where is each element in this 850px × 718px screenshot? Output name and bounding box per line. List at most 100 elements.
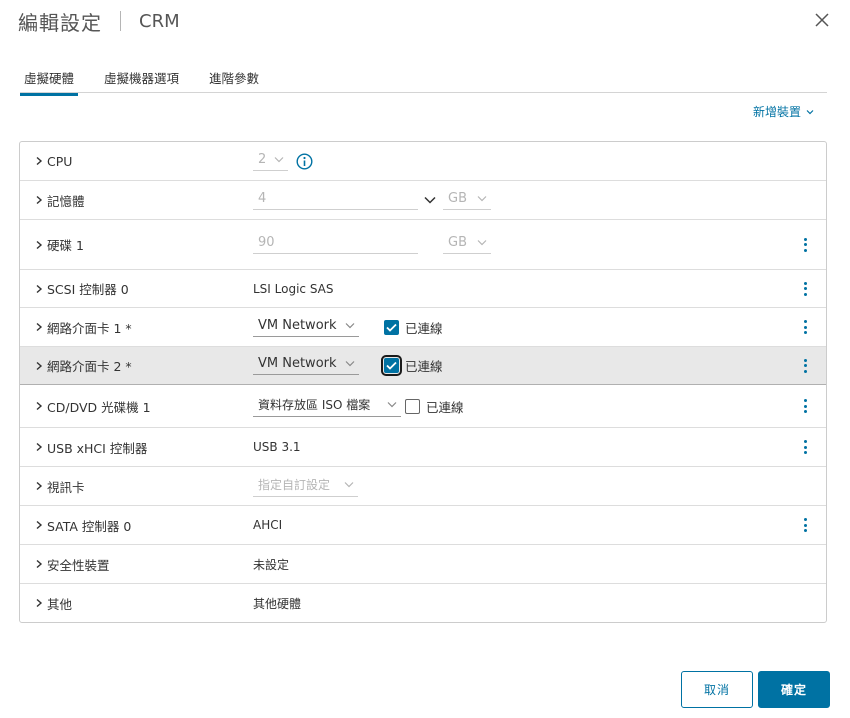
- cdrom-connected-label: 已連線: [426, 399, 464, 415]
- nic2-network-select[interactable]: VM Network: [253, 356, 359, 375]
- chevron-down-icon: [477, 195, 487, 201]
- sata-value: AHCI: [253, 518, 283, 532]
- memory-unit: GB: [448, 190, 467, 206]
- cdrom-source-select[interactable]: 資料存放區 ISO 檔案: [253, 396, 401, 417]
- chevron-down-icon: [806, 109, 814, 114]
- other-expander[interactable]: 其他: [34, 594, 72, 613]
- scsi-value: LSI Logic SAS: [253, 281, 334, 296]
- chevron-right-icon: [36, 520, 43, 530]
- chevron-right-icon: [36, 559, 43, 569]
- add-device-button[interactable]: 新增裝置: [753, 103, 814, 120]
- checkbox-unchecked-icon: [405, 398, 420, 414]
- hardware-row-memory: 記憶體 4 GB: [20, 181, 826, 220]
- hardware-row-cdrom: CD/DVD 光碟機 1 資料存放區 ISO 檔案 已連線: [20, 385, 826, 428]
- chevron-right-icon: [36, 240, 43, 249]
- cancel-button[interactable]: 取消: [681, 671, 753, 708]
- title-divider: [120, 11, 121, 31]
- cdrom-connected-checkbox[interactable]: 已連線: [405, 397, 464, 416]
- vm-name: CRM: [139, 10, 180, 32]
- cdrom-source: 資料存放區 ISO 檔案: [258, 397, 371, 412]
- usb-value: USB 3.1: [253, 440, 301, 454]
- security-expander[interactable]: 安全性裝置: [34, 555, 110, 574]
- sata-label: SATA 控制器 0: [47, 518, 132, 534]
- nic1-connected-checkbox[interactable]: 已連線: [384, 318, 443, 337]
- chevron-right-icon: [36, 284, 43, 293]
- video-settings-select[interactable]: 指定自訂設定: [253, 476, 358, 497]
- nic2-connected-checkbox[interactable]: 已連線: [381, 355, 443, 376]
- chevron-right-icon: [36, 195, 43, 205]
- disk-size-input[interactable]: 90: [253, 235, 418, 254]
- video-expander[interactable]: 視訊卡: [34, 477, 85, 496]
- hardware-row-usb: USB xHCI 控制器 USB 3.1: [20, 428, 826, 467]
- usb-actions-menu-icon[interactable]: [802, 438, 808, 456]
- nic1-expander[interactable]: 網路介面卡 1 *: [34, 318, 132, 337]
- hardware-row-sata: SATA 控制器 0 AHCI: [20, 506, 826, 545]
- hardware-row-security: 安全性裝置 未設定: [20, 545, 826, 584]
- ok-button[interactable]: 確定: [758, 671, 830, 708]
- chevron-right-icon: [36, 598, 43, 608]
- sata-actions-menu-icon[interactable]: [802, 516, 808, 534]
- nic2-connected-label: 已連線: [405, 359, 443, 374]
- other-value: 其他硬體: [253, 596, 302, 611]
- chevron-right-icon: [36, 156, 43, 166]
- disk-label: 硬碟 1: [47, 238, 84, 253]
- nic2-network: VM Network: [258, 356, 337, 371]
- nic1-network: VM Network: [258, 317, 337, 333]
- security-label: 安全性裝置: [47, 557, 110, 573]
- scsi-actions-menu-icon[interactable]: [802, 280, 808, 298]
- chevron-down-icon: [477, 240, 487, 246]
- nic2-expander[interactable]: 網路介面卡 2 *: [34, 356, 132, 375]
- close-icon[interactable]: [814, 12, 830, 28]
- scsi-expander[interactable]: SCSI 控制器 0: [34, 279, 129, 298]
- disk-unit: GB: [448, 235, 467, 250]
- hardware-row-scsi: SCSI 控制器 0 LSI Logic SAS: [20, 270, 826, 308]
- dialog-header: 編輯設定 CRM: [18, 8, 180, 35]
- nic2-actions-menu-icon[interactable]: [802, 357, 808, 375]
- chevron-right-icon: [36, 361, 43, 370]
- usb-expander[interactable]: USB xHCI 控制器: [34, 438, 147, 457]
- chevron-down-icon: [345, 361, 355, 367]
- cpu-label: CPU: [47, 153, 73, 169]
- memory-input[interactable]: 4: [253, 191, 418, 210]
- dialog-title: 編輯設定: [18, 10, 102, 35]
- nic1-network-select[interactable]: VM Network: [253, 318, 359, 337]
- tabs-divider: [20, 92, 827, 93]
- nic1-connected-label: 已連線: [405, 320, 443, 336]
- hardware-row-other: 其他 其他硬體: [20, 584, 826, 622]
- disk-expander[interactable]: 硬碟 1: [34, 235, 84, 254]
- hardware-row-disk: 硬碟 1 90 GB: [20, 220, 826, 270]
- memory-expander[interactable]: 記憶體: [34, 191, 85, 210]
- cdrom-actions-menu-icon[interactable]: [802, 397, 808, 415]
- disk-unit-select[interactable]: GB: [443, 235, 491, 254]
- cpu-value: 2: [258, 151, 267, 167]
- memory-label: 記憶體: [47, 193, 85, 209]
- checkbox-checked-icon: [381, 355, 402, 376]
- chevron-down-icon[interactable]: [424, 196, 436, 204]
- sata-expander[interactable]: SATA 控制器 0: [34, 516, 131, 535]
- cdrom-expander[interactable]: CD/DVD 光碟機 1: [34, 397, 151, 416]
- disk-actions-menu-icon[interactable]: [802, 236, 808, 254]
- chevron-right-icon: [36, 401, 43, 411]
- other-label: 其他: [47, 596, 73, 612]
- memory-unit-select[interactable]: GB: [443, 191, 491, 210]
- hardware-row-cpu: CPU 2: [20, 142, 826, 181]
- nic2-label: 網路介面卡 2 *: [47, 359, 132, 374]
- hardware-row-nic2: 網路介面卡 2 * VM Network 已連線: [20, 347, 826, 385]
- cpu-select[interactable]: 2: [253, 152, 288, 171]
- chevron-down-icon: [387, 401, 397, 407]
- nic1-actions-menu-icon[interactable]: [802, 318, 808, 336]
- chevron-down-icon: [345, 322, 355, 328]
- cpu-expander[interactable]: CPU: [34, 154, 72, 169]
- video-label: 視訊卡: [47, 479, 85, 495]
- hardware-list: CPU 2 記憶體 4 GB 硬碟 1 90 GB SCSI 控制器 0 LSI…: [19, 141, 827, 623]
- add-device-label: 新增裝置: [752, 105, 801, 119]
- info-icon[interactable]: [296, 152, 313, 170]
- chevron-right-icon: [36, 442, 43, 452]
- chevron-down-icon: [274, 156, 284, 162]
- chevron-right-icon: [36, 481, 43, 491]
- nic1-label: 網路介面卡 1 *: [47, 320, 132, 336]
- checkbox-checked-icon: [384, 319, 399, 335]
- hardware-row-nic1: 網路介面卡 1 * VM Network 已連線: [20, 308, 826, 347]
- video-value: 指定自訂設定: [258, 477, 331, 492]
- chevron-down-icon: [344, 481, 354, 487]
